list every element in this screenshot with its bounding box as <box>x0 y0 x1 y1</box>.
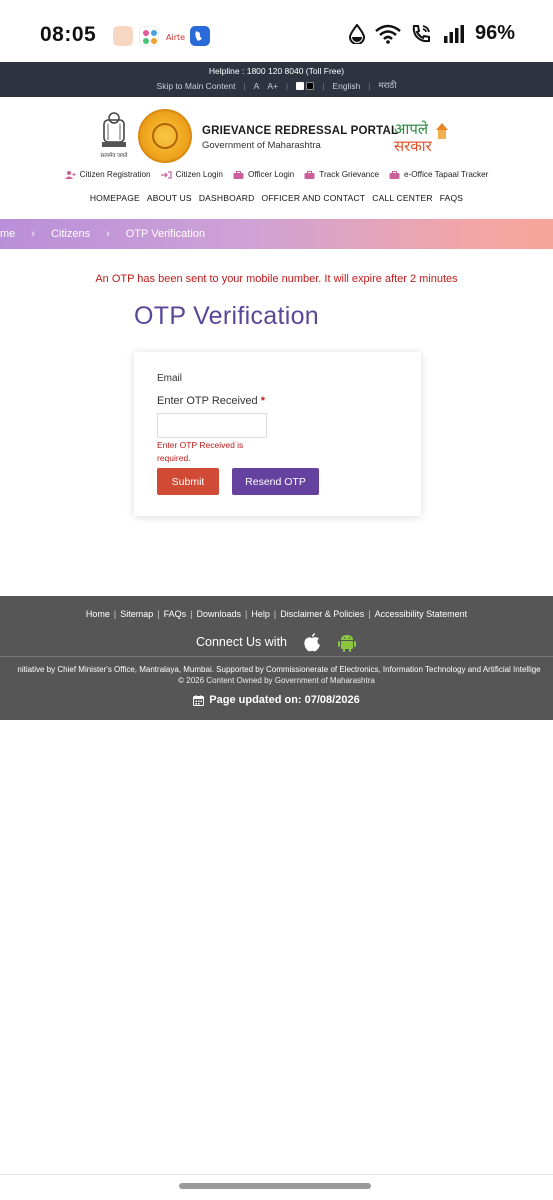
home-indicator[interactable] <box>179 1183 371 1189</box>
footer-links: Home | Sitemap | FAQs | Downloads | Help… <box>0 609 553 619</box>
apple-icon[interactable] <box>303 632 321 652</box>
user-plus-icon <box>64 170 76 179</box>
app-icon-3: Airtel <box>165 26 187 46</box>
chevron-right-icon: › <box>31 228 35 240</box>
footer-link-downloads[interactable]: Downloads <box>196 609 241 619</box>
helpline-text: Helpline : 1800 120 8040 (Toll Free) <box>208 66 345 76</box>
footer-link-faqs[interactable]: FAQs <box>164 609 187 619</box>
font-small-button[interactable]: A <box>254 81 260 91</box>
site-header: सत्यमेव जयते GRIEVANCE REDRESSAL PORTAL … <box>0 97 553 219</box>
otp-label: Enter OTP Received * <box>157 395 266 407</box>
nav-faqs[interactable]: FAQS <box>440 193 463 203</box>
connect-label: Connect Us with <box>195 635 287 649</box>
font-large-button[interactable]: A+ <box>267 81 278 91</box>
status-time: 08:05 <box>40 23 97 46</box>
nav-call-center[interactable]: CALL CENTER <box>372 193 432 203</box>
contrast-light-icon[interactable] <box>296 81 305 90</box>
footer-copyright: © 2026 Content Owned by Government of Ma… <box>178 676 375 685</box>
app-icon-2 <box>139 26 159 46</box>
portal-subtitle: Government of Maharashtra <box>202 140 321 151</box>
divider: | <box>157 609 160 619</box>
portal-title: GRIEVANCE REDRESSAL PORTAL <box>202 125 399 137</box>
quick-links: Citizen Registration Citizen Login Offic… <box>0 170 553 179</box>
svg-text:सरकार: सरकार <box>394 137 433 155</box>
track-grievance-link[interactable]: Track Grievance <box>304 170 379 179</box>
main-nav: HOMEPAGE ABOUT US DASHBOARD OFFICER AND … <box>0 193 553 203</box>
breadcrumb: me › Citizens › OTP Verification <box>0 219 553 249</box>
connect-row: Connect Us with <box>0 632 553 652</box>
footer-link-disclaimer[interactable]: Disclaimer & Policies <box>280 609 364 619</box>
footer-link-accessibility[interactable]: Accessibility Statement <box>375 609 468 619</box>
svg-text:Airtel: Airtel <box>166 33 185 42</box>
briefcase-icon <box>389 170 400 179</box>
site-footer: Home | Sitemap | FAQs | Downloads | Help… <box>0 596 553 720</box>
nav-about-us[interactable]: ABOUT US <box>147 193 192 203</box>
svg-text:आपले: आपले <box>394 120 429 138</box>
divider: | <box>285 80 289 91</box>
chevron-right-icon: › <box>106 228 110 240</box>
breadcrumb-home[interactable]: me <box>0 228 15 240</box>
submit-button[interactable]: Submit <box>157 468 219 495</box>
call-icon <box>412 24 430 42</box>
page-title: OTP Verification <box>134 302 319 330</box>
breadcrumb-citizens[interactable]: Citizens <box>51 228 90 240</box>
divider: | <box>322 80 325 91</box>
status-bar: 08:05 Airtel 96% <box>0 0 553 62</box>
divider: | <box>245 609 248 619</box>
briefcase-icon <box>233 170 244 179</box>
nav-homepage[interactable]: HOMEPAGE <box>90 193 140 203</box>
footer-link-help[interactable]: Help <box>251 609 270 619</box>
contrast-dark-icon[interactable] <box>306 81 315 90</box>
app-icon-1 <box>113 26 133 46</box>
tapaal-tracker-link[interactable]: e-Office Tapaal Tracker <box>389 170 488 179</box>
lang-english-link[interactable]: English <box>332 81 360 91</box>
footer-link-sitemap[interactable]: Sitemap <box>120 609 153 619</box>
briefcase-icon <box>304 170 315 179</box>
officer-login-link[interactable]: Officer Login <box>233 170 294 179</box>
footer-initiative-text: nitiative by Chief Minister's Office, Ma… <box>17 665 541 674</box>
otp-form-card: Email Enter OTP Received * Enter OTP Rec… <box>134 352 421 516</box>
footer-link-home[interactable]: Home <box>86 609 110 619</box>
otp-sent-message: An OTP has been sent to your mobile numb… <box>95 273 458 285</box>
citizen-registration-link[interactable]: Citizen Registration <box>64 170 151 179</box>
national-emblem-icon: सत्यमेव जयते <box>100 112 128 159</box>
signal-icon <box>443 24 464 43</box>
otp-error-message: Enter OTP Received is required. <box>157 440 244 463</box>
emblem-motto: सत्यमेव जयते <box>100 152 128 159</box>
otp-input[interactable] <box>157 413 267 438</box>
divider: | <box>273 609 277 619</box>
divider: | <box>368 609 371 619</box>
battery-level: 96% <box>474 22 515 44</box>
email-label: Email <box>157 373 183 384</box>
top-strip: Helpline : 1800 120 8040 (Toll Free) Ski… <box>0 62 553 97</box>
bottom-bar <box>0 1174 553 1200</box>
page-updated: Page updated on: 07/08/2026 <box>0 694 553 706</box>
required-mark: * <box>260 395 266 407</box>
android-icon[interactable] <box>337 632 357 652</box>
contrast-toggle[interactable] <box>296 81 315 90</box>
divider: | <box>113 609 117 619</box>
maharashtra-seal-icon <box>138 109 192 163</box>
divider: | <box>243 80 246 91</box>
login-icon <box>160 170 172 179</box>
breadcrumb-current: OTP Verification <box>125 228 206 240</box>
water-drop-icon <box>348 23 365 44</box>
divider: | <box>190 609 193 619</box>
skip-to-main-link[interactable]: Skip to Main Content <box>157 81 236 91</box>
divider: | <box>368 80 371 91</box>
accessibility-tools: Skip to Main Content | A A+ | | English … <box>0 80 553 91</box>
nav-dashboard[interactable]: DASHBOARD <box>199 193 255 203</box>
resend-otp-button[interactable]: Resend OTP <box>232 468 319 495</box>
wifi-icon <box>375 24 401 44</box>
citizen-login-link[interactable]: Citizen Login <box>160 170 223 179</box>
calendar-icon <box>193 694 205 706</box>
nav-officer-contact[interactable]: OFFICER AND CONTACT <box>261 193 365 203</box>
app-icon-4 <box>190 26 210 46</box>
aaple-sarkar-logo: आपले सरकार <box>394 120 448 155</box>
footer-divider <box>0 656 553 657</box>
lang-marathi-link[interactable]: मराठी <box>379 80 397 91</box>
